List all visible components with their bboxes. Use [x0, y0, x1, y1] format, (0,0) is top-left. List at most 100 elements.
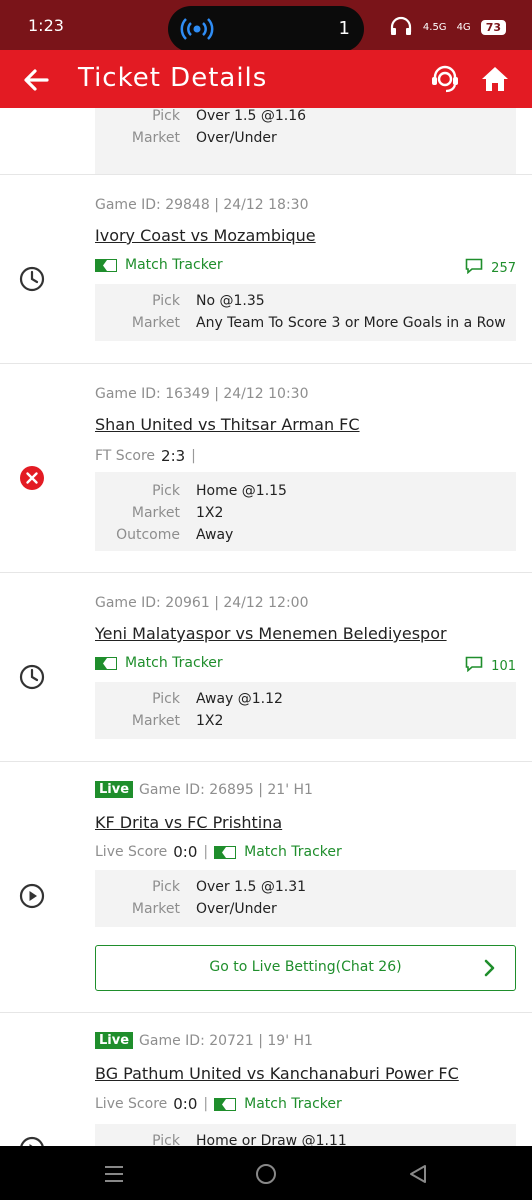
- match-name[interactable]: Ivory Coast vs Mozambique: [95, 226, 316, 245]
- detail-label: Market: [131, 130, 180, 146]
- comment-icon: [465, 656, 483, 676]
- game-id: Game ID: 20961 | 24/12 12:00: [95, 595, 309, 611]
- detail-label: Pick: [152, 691, 180, 707]
- score-label: Live Score: [95, 1096, 168, 1112]
- comments-link[interactable]: 101: [465, 656, 516, 676]
- detail-label: Pick: [152, 108, 180, 124]
- detail-value: Any Team To Score 3 or More Goals in a R…: [196, 315, 506, 331]
- detail-value: Away: [196, 527, 234, 543]
- game-meta: Game ID: 20961 | 24/12 12:00: [95, 595, 309, 611]
- selection-details: Pick Home @1.15 Market 1X2 Outcome Away: [95, 472, 516, 551]
- home-icon[interactable]: [478, 62, 512, 96]
- match-name[interactable]: KF Drita vs FC Prishtina: [95, 813, 282, 832]
- live-badge: Live: [95, 781, 134, 798]
- selection-details: Pick No @1.35 Market Any Team To Score 3…: [95, 284, 516, 341]
- detail-label: Market: [131, 315, 180, 331]
- score-value: 0:0: [173, 1095, 198, 1113]
- game-id: Game ID: 16349 | 24/12 10:30: [95, 386, 309, 402]
- selection-details: Pick Home or Draw @1.11: [95, 1124, 516, 1146]
- detail-value: Over/Under: [196, 901, 277, 917]
- game-id: Game ID: 29848 | 24/12 18:30: [95, 197, 309, 213]
- go-to-live-betting-button[interactable]: Go to Live Betting(Chat 26): [95, 945, 516, 991]
- ticket-list[interactable]: Pick Over 1.5 @1.16 Market Over/Under Ga…: [0, 108, 532, 1146]
- ticket-item: Live Game ID: 20721 | 19' H1 BG Pathum U…: [0, 1013, 532, 1146]
- clock-icon: [19, 266, 45, 292]
- divider: |: [191, 448, 196, 464]
- detail-label: Pick: [152, 1133, 180, 1146]
- ticket-item: Game ID: 20961 | 24/12 12:00 Yeni Malaty…: [0, 573, 532, 762]
- detail-value: Away @1.12: [196, 691, 283, 707]
- match-tracker-label: Match Tracker: [244, 1096, 342, 1112]
- comment-count: 101: [491, 658, 516, 674]
- broadcast-icon: [180, 14, 214, 48]
- live-betting-label: Go to Live Betting(Chat 26): [209, 959, 402, 975]
- recents-menu-icon[interactable]: [102, 1162, 126, 1186]
- match-info-row: Match Tracker: [95, 655, 223, 671]
- match-tracker-link[interactable]: Match Tracker: [95, 257, 223, 273]
- page-title: Ticket Details: [78, 63, 268, 93]
- selection-details: Pick Over 1.5 @1.31 Market Over/Under: [95, 870, 516, 927]
- back-arrow-icon[interactable]: [20, 64, 52, 96]
- detail-label: Outcome: [116, 527, 180, 543]
- app-bar: Ticket Details: [0, 50, 532, 108]
- detail-label: Market: [131, 505, 180, 521]
- score-label: Live Score: [95, 844, 168, 860]
- match-tracker-link[interactable]: Match Tracker: [95, 655, 223, 671]
- play-circle-icon: [19, 883, 45, 909]
- status-icons: 4.5G 4G 73: [389, 16, 506, 39]
- detail-value: Over 1.5 @1.31: [196, 879, 307, 895]
- match-info-row: Live Score 0:0 | Match Tracker: [95, 1095, 342, 1113]
- match-name[interactable]: Shan United vs Thitsar Arman FC: [95, 415, 360, 434]
- status-time: 1:23: [28, 16, 64, 35]
- divider: |: [203, 1096, 209, 1112]
- detail-value: 1X2: [196, 505, 224, 521]
- network-2: 4G: [456, 22, 471, 33]
- chevron-right-icon: [483, 958, 497, 978]
- detail-label: Pick: [152, 483, 180, 499]
- match-tracker-link[interactable]: Match Tracker: [214, 844, 342, 860]
- comments-link[interactable]: 257: [465, 258, 516, 278]
- detail-value: Home @1.15: [196, 483, 287, 499]
- home-circle-icon[interactable]: [254, 1162, 278, 1186]
- network-1: 4.5G: [422, 22, 447, 33]
- match-tracker-label: Match Tracker: [125, 257, 223, 273]
- back-triangle-icon[interactable]: [406, 1162, 430, 1186]
- game-id: Game ID: 26895 | 21' H1: [139, 781, 313, 798]
- close-circle-icon: [19, 465, 45, 491]
- match-tracker-label: Match Tracker: [125, 655, 223, 671]
- score-value: 0:0: [173, 843, 198, 861]
- detail-label: Pick: [152, 293, 180, 309]
- ticket-item: Live Game ID: 26895 | 21' H1 KF Drita vs…: [0, 762, 532, 1013]
- detail-value: Over/Under: [196, 130, 277, 146]
- ticket-item: Pick Over 1.5 @1.16 Market Over/Under: [0, 108, 532, 175]
- match-info-row: Live Score 0:0 | Match Tracker: [95, 843, 342, 861]
- battery-indicator: 73: [480, 20, 506, 35]
- status-bar: 1:23 1 4.5G 4G 73: [0, 0, 532, 52]
- score-value: 2:3: [161, 447, 186, 465]
- game-meta: Live Game ID: 26895 | 21' H1: [95, 781, 313, 798]
- game-id: Game ID: 20721 | 19' H1: [139, 1032, 313, 1049]
- score-label: FT Score: [95, 448, 156, 464]
- live-badge: Live: [95, 1032, 134, 1049]
- match-name[interactable]: Yeni Malatyaspor vs Menemen Belediyespor: [95, 624, 447, 643]
- headphones-icon: [389, 16, 413, 39]
- play-circle-icon: [19, 1136, 45, 1146]
- match-tracker-link[interactable]: Match Tracker: [214, 1096, 342, 1112]
- tracker-flag-icon: [214, 845, 237, 859]
- game-meta: Game ID: 16349 | 24/12 10:30: [95, 386, 309, 402]
- clock-icon: [19, 664, 45, 690]
- tracker-flag-icon: [214, 1097, 237, 1111]
- comment-count: 257: [491, 260, 516, 276]
- match-tracker-label: Match Tracker: [244, 844, 342, 860]
- selection-details: Pick Away @1.12 Market 1X2: [95, 682, 516, 739]
- detail-value: Over 1.5 @1.16: [196, 108, 307, 124]
- tracker-flag-icon: [95, 656, 117, 670]
- selection-details: Pick Over 1.5 @1.16 Market Over/Under: [95, 108, 516, 174]
- comment-icon: [465, 258, 483, 278]
- match-name[interactable]: BG Pathum United vs Kanchanaburi Power F…: [95, 1064, 459, 1083]
- island-count: 1: [338, 18, 350, 39]
- match-info-row: Match Tracker: [95, 257, 223, 273]
- system-nav-bar: [0, 1146, 532, 1200]
- detail-value: No @1.35: [196, 293, 265, 309]
- customer-support-icon[interactable]: [428, 62, 462, 96]
